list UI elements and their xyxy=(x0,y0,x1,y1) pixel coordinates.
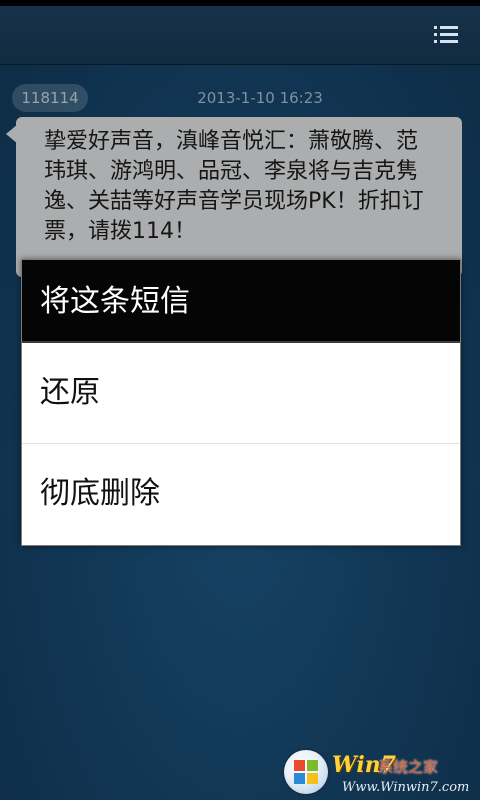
top-bar xyxy=(0,6,480,65)
watermark-tagline: 系统之家 xyxy=(378,758,439,776)
watermark-url: Www.Winwin7.com xyxy=(342,780,470,795)
menu-icon[interactable] xyxy=(434,26,458,44)
permanently-delete-option[interactable]: 彻底删除 xyxy=(22,444,460,544)
windows-logo-icon xyxy=(284,750,328,794)
dialog-title: 将这条短信 xyxy=(22,260,460,343)
dialog-title-text: 将这条短信 xyxy=(40,284,190,319)
message-action-dialog: 将这条短信 还原 彻底删除 xyxy=(21,259,461,546)
restore-option-label: 还原 xyxy=(40,375,100,410)
restore-option[interactable]: 还原 xyxy=(22,343,460,444)
permanently-delete-option-label: 彻底删除 xyxy=(40,476,160,511)
site-watermark: Win7 系统之家 Www.Winwin7.com xyxy=(280,748,480,800)
